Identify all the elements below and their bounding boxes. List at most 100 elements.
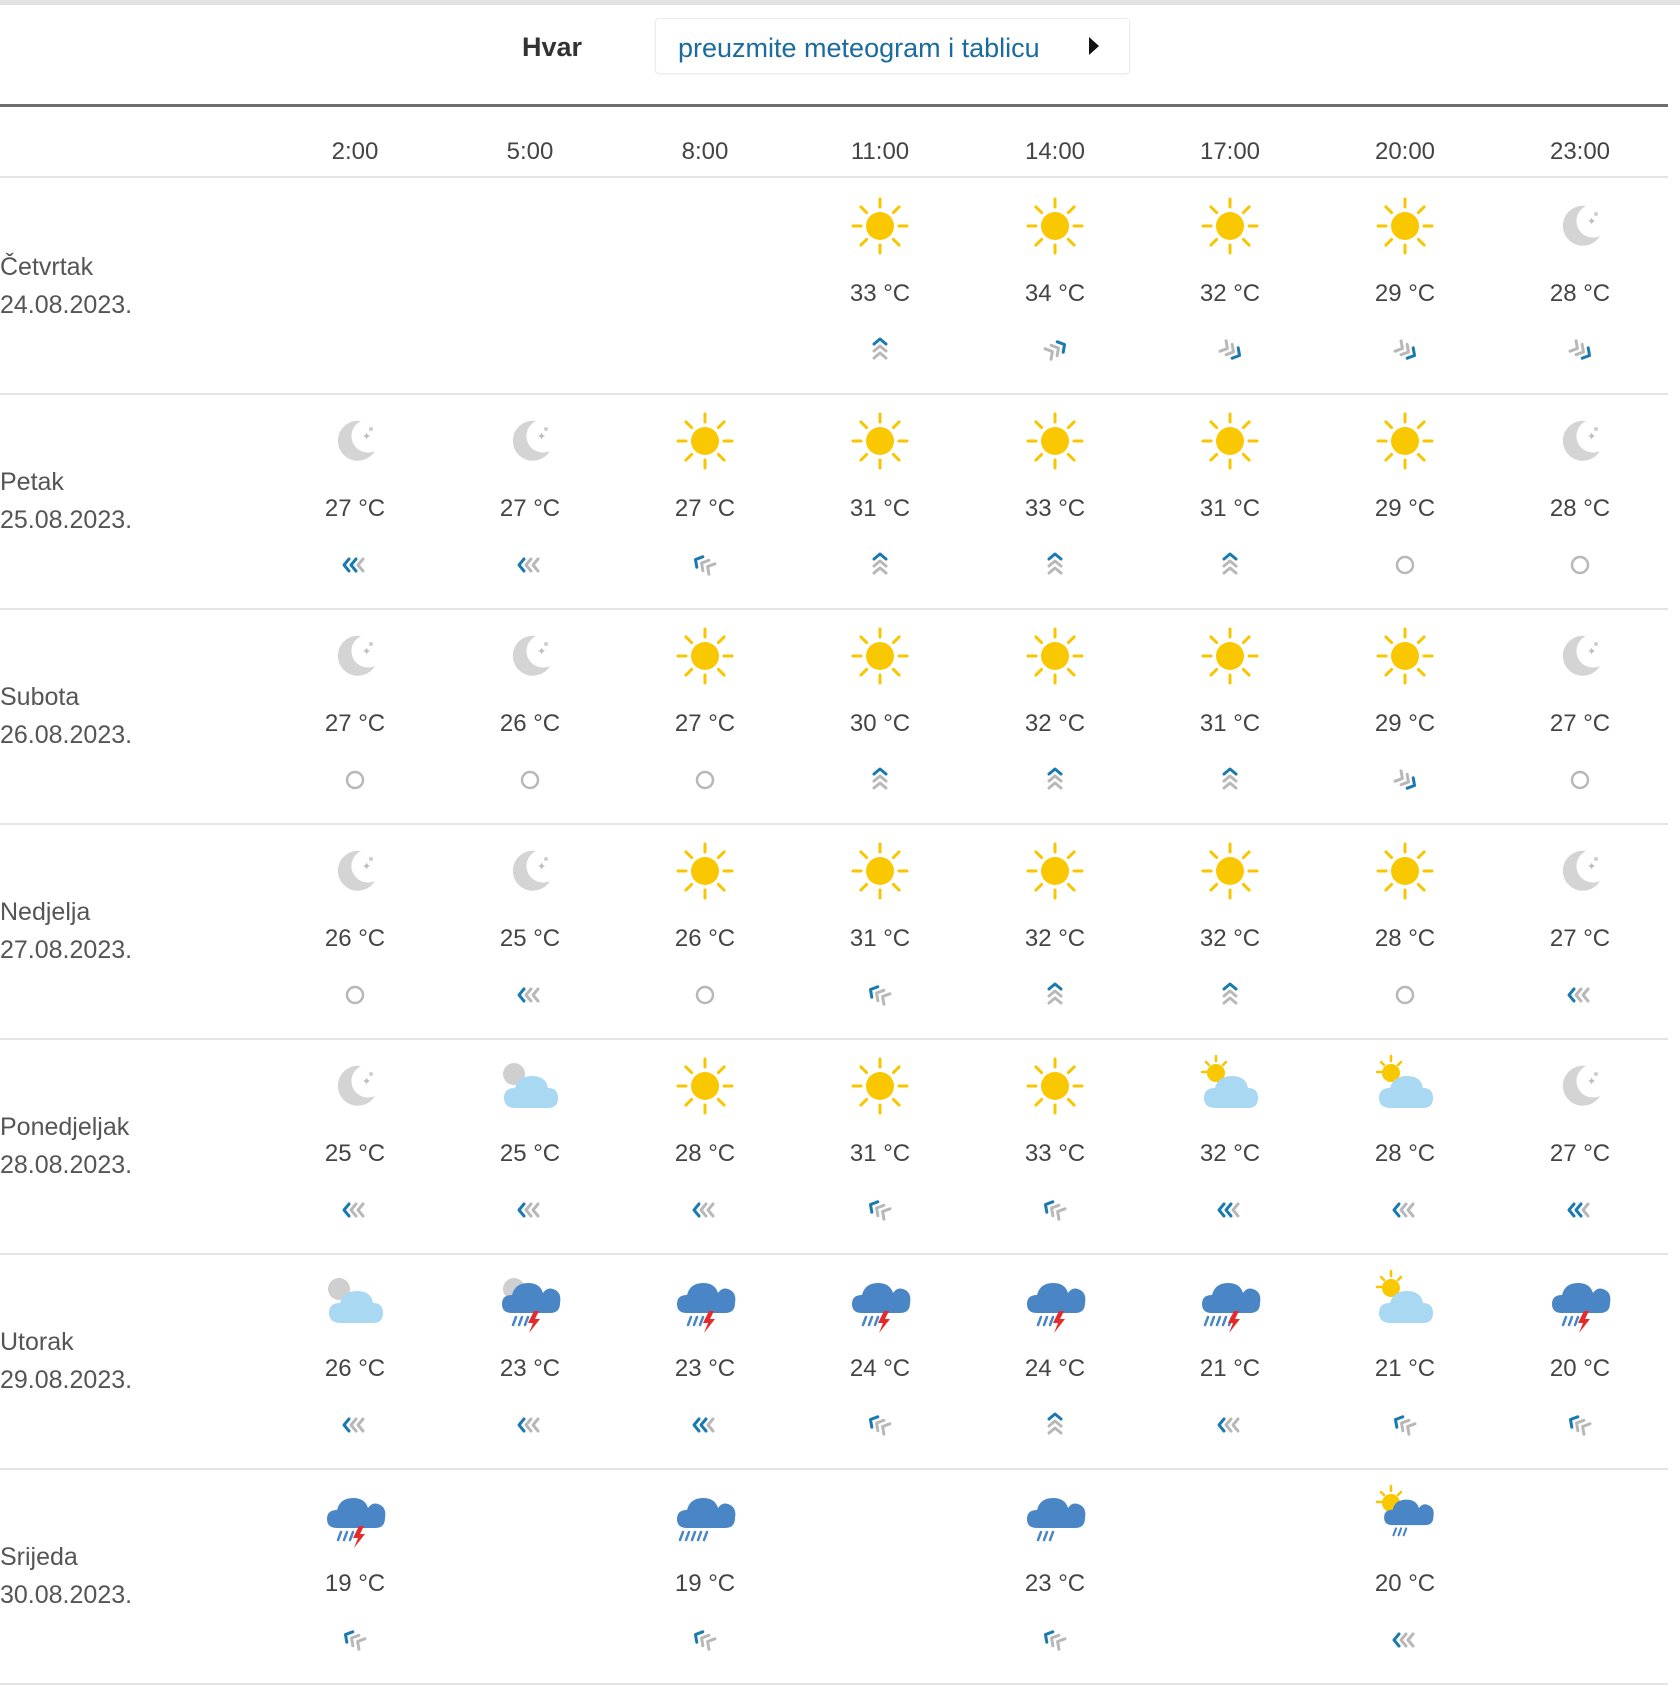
thunderstorm-icon	[1021, 1267, 1089, 1335]
temperature: 27 °C	[674, 495, 736, 522]
temperature: 28 °C	[1374, 925, 1436, 952]
wind-northwest-icon	[1381, 1405, 1429, 1445]
wind-southeast-icon	[1381, 330, 1429, 370]
download-meteogram-link[interactable]: preuzmite meteogram i tablicu	[655, 18, 1130, 74]
forecast-cell: 26 °C	[285, 1255, 425, 1470]
location-title: Hvar	[522, 32, 583, 62]
wind-north-icon	[1206, 975, 1254, 1015]
calm-icon	[1381, 975, 1429, 1015]
sun-icon	[1021, 192, 1089, 260]
download-meteogram-label: preuzmite meteogram i tablicu	[678, 33, 1040, 63]
sun-cloud-icon	[1371, 1267, 1439, 1335]
calm-icon	[1556, 760, 1604, 800]
forecast-cell: 33 °C	[810, 180, 950, 395]
temperature: 24 °C	[849, 1355, 911, 1382]
forecast-cell: ✦ 27 °C	[285, 610, 425, 825]
temperature: 28 °C	[1374, 1140, 1436, 1167]
day-date: 27.08.2023.	[0, 936, 133, 964]
temperature: 31 °C	[849, 925, 911, 952]
temperature: 28 °C	[1549, 280, 1611, 307]
forecast-cell: 27 °C	[635, 610, 775, 825]
svg-text:✦: ✦	[1587, 1075, 1596, 1088]
day-label: Srijeda 30.08.2023.	[0, 1538, 132, 1614]
day-label: Utorak 29.08.2023.	[0, 1323, 132, 1399]
forecast-cell: 29 °C	[1335, 395, 1475, 610]
svg-text:✦: ✦	[362, 430, 371, 443]
forecast-cell: 27 °C	[635, 395, 775, 610]
moon-cloud-icon	[496, 1052, 564, 1120]
temperature: 26 °C	[499, 710, 561, 737]
forecast-cell: 28 °C	[635, 1040, 775, 1255]
wind-west-icon	[506, 545, 554, 585]
temperature: 25 °C	[324, 1140, 386, 1167]
temperature: 32 °C	[1199, 925, 1261, 952]
moon-icon: ✦	[1546, 192, 1614, 260]
hour-label: 14:00	[1024, 138, 1086, 165]
wind-west-icon	[1206, 1405, 1254, 1445]
sun-icon	[1196, 837, 1264, 905]
hour-label: 8:00	[681, 138, 729, 165]
forecast-cell: 23 °C	[635, 1255, 775, 1470]
moon-icon: ✦	[321, 1052, 389, 1120]
forecast-cell: 32 °C	[1160, 1040, 1300, 1255]
temperature: 27 °C	[1549, 710, 1611, 737]
thunderstorm-icon	[846, 1267, 914, 1335]
wind-northwest-icon	[1031, 1190, 1079, 1230]
wind-southeast-icon	[1381, 760, 1429, 800]
forecast-cell: ✦ 28 °C	[1510, 180, 1650, 395]
day-name: Ponedjeljak	[0, 1113, 130, 1141]
temperature: 28 °C	[1549, 495, 1611, 522]
day-row: Nedjelja 27.08.2023. ✦ 26 °C ✦ 25 °C 26 °C 31 °…	[0, 825, 1680, 1040]
forecast-cell: 28 °C	[1335, 1040, 1475, 1255]
wind-west-icon	[1381, 1190, 1429, 1230]
forecast-cell: ✦ 27 °C	[1510, 825, 1650, 1040]
wind-northwest-icon	[856, 975, 904, 1015]
temperature: 29 °C	[1374, 280, 1436, 307]
sun-icon	[846, 192, 914, 260]
day-date: 25.08.2023.	[0, 506, 133, 534]
hours-divider	[0, 176, 1668, 178]
day-name: Četvrtak	[0, 253, 94, 281]
sun-icon	[1021, 1052, 1089, 1120]
forecast-cell: 34 °C	[985, 180, 1125, 395]
forecast-cell: 24 °C	[810, 1255, 950, 1470]
temperature: 26 °C	[324, 925, 386, 952]
forecast-cell: 23 °C	[985, 1470, 1125, 1685]
moon-icon: ✦	[1546, 1052, 1614, 1120]
wind-northwest-icon	[331, 1620, 379, 1660]
temperature: 27 °C	[674, 710, 736, 737]
temperature: 25 °C	[499, 1140, 561, 1167]
wind-west-strong-icon	[1206, 1190, 1254, 1230]
thunderstorm-icon	[1546, 1267, 1614, 1335]
wind-west-icon	[1556, 975, 1604, 1015]
moon-icon: ✦	[1546, 837, 1614, 905]
day-label: Nedjelja 27.08.2023.	[0, 893, 132, 969]
wind-north-icon	[1031, 975, 1079, 1015]
moon-icon: ✦	[1546, 407, 1614, 475]
forecast-header: Hvar preuzmite meteogram i tablicu	[0, 18, 1680, 78]
moon-thunderstorm-icon	[496, 1267, 564, 1335]
sun-icon	[1196, 407, 1264, 475]
forecast-cell: 25 °C	[460, 1040, 600, 1255]
forecast-cell: 32 °C	[1160, 825, 1300, 1040]
svg-text:✦: ✦	[1587, 645, 1596, 658]
wind-west-icon	[331, 1190, 379, 1230]
wind-north-icon	[1206, 545, 1254, 585]
temperature: 28 °C	[674, 1140, 736, 1167]
forecast-cell: 32 °C	[985, 825, 1125, 1040]
calm-icon	[331, 975, 379, 1015]
rain-icon	[1021, 1482, 1089, 1550]
svg-text:✦: ✦	[1587, 860, 1596, 873]
moon-cloud-icon	[321, 1267, 389, 1335]
temperature: 33 °C	[1024, 1140, 1086, 1167]
wind-north-icon	[1031, 545, 1079, 585]
sun-icon	[846, 407, 914, 475]
svg-text:✦: ✦	[1587, 430, 1596, 443]
sun-rain-icon	[1371, 1482, 1439, 1550]
top-border	[0, 0, 1680, 5]
temperature: 31 °C	[1199, 710, 1261, 737]
wind-northwest-icon	[1556, 1405, 1604, 1445]
hour-label: 2:00	[331, 138, 379, 165]
day-date: 26.08.2023.	[0, 721, 133, 749]
moon-icon: ✦	[496, 837, 564, 905]
